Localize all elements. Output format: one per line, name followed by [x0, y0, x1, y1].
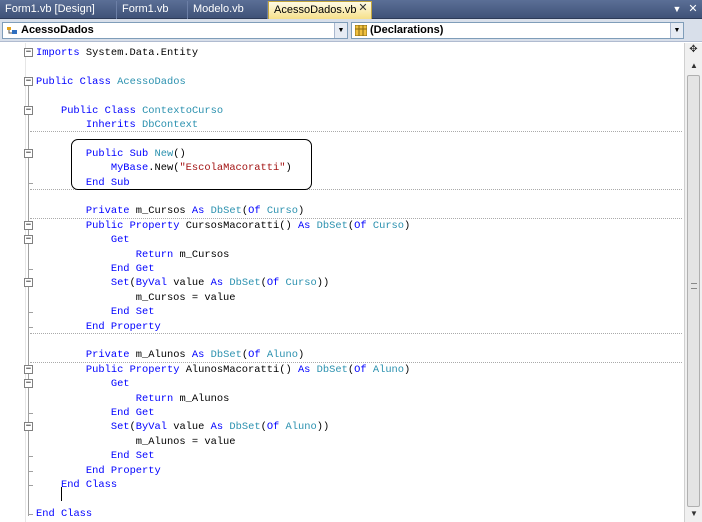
- highlight-annotation-box: [71, 139, 312, 190]
- code-area[interactable]: Imports System.Data.Entity Public Class A…: [0, 43, 684, 522]
- outline-guide-end: [28, 485, 33, 486]
- tab-label: Form1.vb [Design]: [5, 3, 95, 15]
- code-line: m_Cursos = value: [36, 291, 236, 304]
- chevron-down-icon: ▼: [670, 23, 683, 38]
- collapse-property-icon[interactable]: −: [24, 364, 33, 374]
- class-dropdown[interactable]: AcessoDados ▼: [2, 22, 348, 39]
- code-line: Set(ByVal value As DbSet(Of Aluno)): [110, 421, 330, 434]
- code-line: Public Class ContextoCurso: [60, 104, 224, 117]
- scroll-thumb[interactable]: [687, 75, 700, 507]
- scroll-down-arrow-icon[interactable]: ▼: [686, 506, 702, 522]
- collapse-class-icon[interactable]: −: [24, 76, 33, 86]
- vertical-scrollbar[interactable]: ✥ ▲ ▼: [684, 43, 702, 522]
- split-handle-icon[interactable]: ✥: [687, 44, 700, 56]
- close-icon[interactable]: ✕: [686, 2, 700, 16]
- code-line: Get: [110, 234, 130, 247]
- outline-guide-end: [28, 513, 33, 515]
- tab-form1[interactable]: Form1.vb: [117, 1, 188, 19]
- collapse-imports-icon[interactable]: −: [24, 48, 33, 57]
- outline-guide: [28, 287, 29, 315]
- outline-guide: [28, 244, 29, 271]
- outline-guide: [28, 157, 29, 185]
- outline-guide-end: [28, 326, 33, 328]
- code-line: End Get: [110, 407, 155, 419]
- procedure-separator: [30, 131, 682, 133]
- code-line: Imports System.Data.Entity: [36, 47, 199, 59]
- code-line: Public Property AlunosMacoratti() As DbS…: [85, 363, 411, 376]
- member-dropdown[interactable]: (Declarations) ▼: [351, 22, 684, 39]
- code-line: m_Alunos = value: [36, 435, 236, 448]
- collapse-get-icon[interactable]: −: [24, 379, 33, 389]
- collapse-get-icon[interactable]: −: [24, 235, 33, 245]
- code-line: End Get: [110, 263, 155, 275]
- close-tab-icon[interactable]: ✕: [357, 2, 369, 15]
- outline-guide-end: [28, 413, 33, 414]
- procedure-separator: [30, 333, 682, 334]
- grip-icon: [691, 283, 697, 289]
- code-line: Return m_Alunos: [135, 392, 230, 405]
- code-line: End Set: [110, 450, 155, 463]
- outline-guide-end: [28, 456, 33, 458]
- tab-form1-design[interactable]: Form1.vb [Design]: [0, 1, 117, 19]
- code-line: End Property: [85, 464, 161, 477]
- class-dropdown-value: AcessoDados: [21, 24, 94, 36]
- vb-class-icon: [6, 25, 18, 36]
- outline-guide: [28, 388, 29, 415]
- scroll-up-arrow-icon[interactable]: ▲: [686, 58, 702, 74]
- collapse-set-icon[interactable]: −: [24, 278, 33, 288]
- member-dropdown-value: (Declarations): [370, 24, 444, 36]
- text-caret: [61, 487, 62, 501]
- code-line: End Property: [85, 320, 161, 333]
- chevron-down-icon: ▼: [334, 23, 347, 38]
- code-editor[interactable]: Imports System.Data.Entity Public Class A…: [0, 43, 702, 522]
- code-line: Get: [110, 378, 130, 391]
- document-tab-strip: Form1.vb [Design] Form1.vb Modelo.vb Ace…: [0, 0, 702, 19]
- code-line: End Class: [36, 507, 93, 520]
- code-line: End Class: [60, 479, 118, 491]
- outline-guide-end: [28, 182, 33, 184]
- code-navigation-bar: AcessoDados ▼ (Declarations) ▼: [0, 19, 702, 42]
- outline-guide-end: [28, 269, 33, 270]
- outline-guide-end: [28, 470, 33, 472]
- tab-modelo[interactable]: Modelo.vb: [188, 1, 268, 19]
- declarations-icon: [355, 25, 367, 36]
- code-line: Public Property CursosMacoratti() As DbS…: [85, 219, 411, 232]
- collapse-class-icon[interactable]: −: [24, 105, 33, 115]
- procedure-separator: [30, 217, 682, 219]
- code-line: Inherits DbContext: [85, 119, 199, 131]
- collapse-property-icon[interactable]: −: [24, 220, 33, 230]
- tab-label: AcessoDados.vb: [274, 4, 357, 16]
- code-line: Public Class AcessoDados: [36, 75, 186, 88]
- procedure-separator: [30, 361, 682, 363]
- code-line: Private m_Alunos As DbSet(Of Aluno): [85, 349, 305, 362]
- code-line: Set(ByVal value As DbSet(Of Curso)): [110, 277, 330, 290]
- tab-label: Modelo.vb: [193, 3, 244, 15]
- outline-guide-end: [28, 312, 33, 314]
- tab-overflow-icon[interactable]: ▼: [670, 2, 684, 16]
- collapse-set-icon[interactable]: −: [24, 422, 33, 432]
- outline-guide: [28, 431, 29, 459]
- code-line: Return m_Cursos: [135, 248, 230, 261]
- code-line: End Set: [110, 306, 155, 319]
- tab-label: Form1.vb: [122, 3, 169, 15]
- code-line: Private m_Cursos As DbSet(Of Curso): [85, 205, 305, 218]
- collapse-sub-icon[interactable]: −: [24, 148, 33, 158]
